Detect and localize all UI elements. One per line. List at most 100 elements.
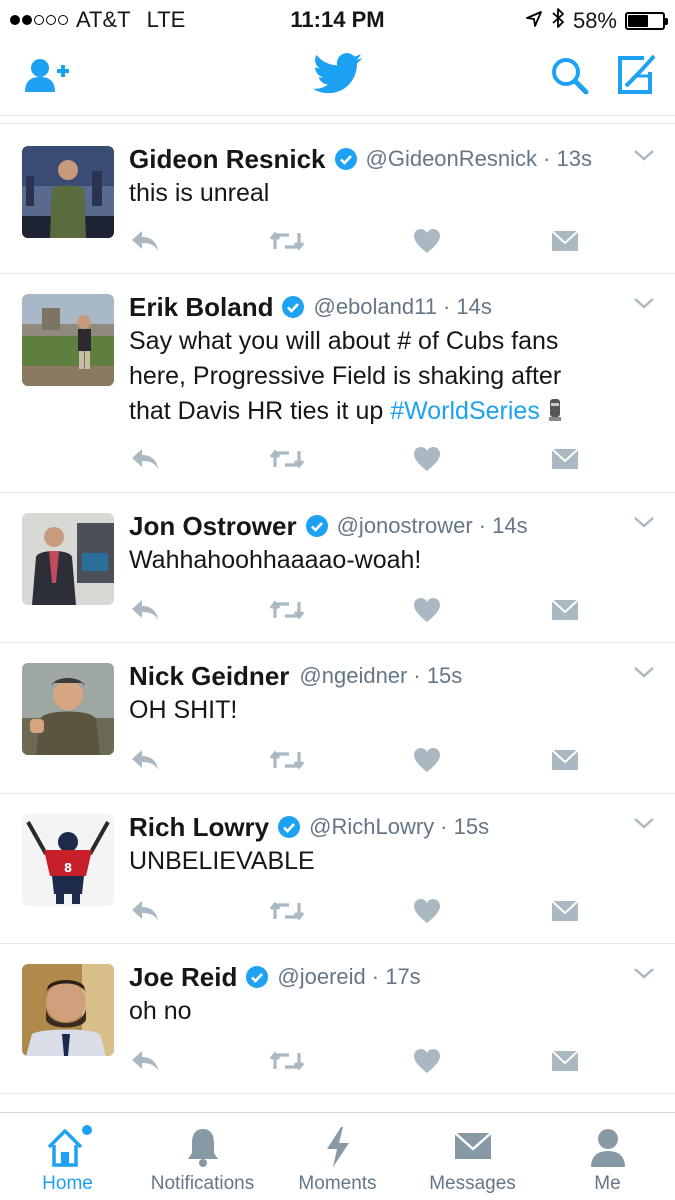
chevron-down-icon[interactable] (633, 148, 655, 167)
avatar[interactable] (22, 964, 114, 1056)
retweet-icon[interactable] (269, 1049, 305, 1078)
tweet[interactable]: Joe Reid @joereid · 17s oh no (0, 944, 675, 1094)
like-icon[interactable] (413, 747, 441, 778)
lightning-bolt-icon (270, 1125, 405, 1171)
retweet-icon[interactable] (269, 447, 305, 476)
tweet-text: Wahhahoohhaaaao-woah! (129, 546, 422, 574)
bluetooth-icon (551, 7, 565, 35)
direct-message-icon[interactable] (550, 229, 580, 258)
like-icon[interactable] (413, 597, 441, 628)
timeline[interactable]: Gideon Resnick @GideonResnick · 13s this… (0, 126, 675, 1094)
author-handle[interactable]: @ngeidner (299, 663, 407, 689)
retweet-icon[interactable] (269, 598, 305, 627)
direct-message-icon[interactable] (550, 1049, 580, 1078)
reply-icon[interactable] (130, 1048, 160, 1079)
avatar[interactable] (22, 513, 114, 605)
tweet[interactable]: Erik Boland @eboland11 · 14s Say what yo… (0, 274, 675, 493)
twitter-bird-icon[interactable] (313, 52, 363, 101)
reply-icon[interactable] (130, 747, 160, 778)
retweet-icon[interactable] (269, 899, 305, 928)
tweet-body: Rich Lowry @RichLowry · 15s UNBELIEVABLE (129, 810, 645, 879)
retweet-icon[interactable] (269, 229, 305, 258)
separator (0, 118, 675, 124)
direct-message-icon[interactable] (550, 447, 580, 476)
search-icon[interactable] (550, 56, 590, 101)
hashtag-link[interactable]: #WorldSeries (390, 397, 540, 425)
tweet-header: Jon Ostrower @jonostrower · 14s (129, 509, 645, 543)
tweet-header: Rich Lowry @RichLowry · 15s (129, 810, 645, 844)
verified-badge-icon (245, 965, 269, 989)
tweet-actions (130, 597, 580, 628)
tweet[interactable]: 8 Rich Lowry @RichLowry · 15s UNBELIEVAB… (0, 794, 675, 944)
author-name[interactable]: Gideon Resnick (129, 144, 326, 175)
tweet-header: Joe Reid @joereid · 17s (129, 960, 645, 994)
reply-icon[interactable] (130, 597, 160, 628)
avatar[interactable] (22, 663, 114, 755)
tweet-time[interactable]: · 15s (413, 663, 462, 689)
reply-icon[interactable] (130, 228, 160, 259)
like-icon[interactable] (413, 446, 441, 477)
author-name[interactable]: Nick Geidner (129, 661, 289, 692)
tweet[interactable]: Jon Ostrower @jonostrower · 14s Wahhahoo… (0, 493, 675, 643)
tab-notifications[interactable]: Notifications (135, 1113, 270, 1200)
tweet-body: Joe Reid @joereid · 17s oh no (129, 960, 645, 1029)
envelope-icon (405, 1125, 540, 1171)
reply-icon[interactable] (130, 446, 160, 477)
tab-label: Notifications (150, 1173, 255, 1194)
retweet-icon[interactable] (269, 748, 305, 777)
author-name[interactable]: Jon Ostrower (129, 511, 297, 542)
bottom-tab-bar: Home Notifications Moments Messages Me (0, 1112, 675, 1200)
compose-icon[interactable] (614, 54, 658, 101)
tab-me[interactable]: Me (540, 1113, 675, 1200)
chevron-down-icon[interactable] (633, 966, 655, 985)
tweet-time[interactable]: · 13s (543, 146, 592, 172)
tweet-actions (130, 898, 580, 929)
verified-badge-icon (334, 147, 358, 171)
bell-icon (135, 1125, 270, 1171)
tweet-time[interactable]: · 14s (479, 513, 528, 539)
battery-icon (625, 12, 668, 30)
tweet-actions (130, 446, 580, 477)
author-name[interactable]: Erik Boland (129, 292, 273, 323)
person-icon (540, 1125, 675, 1171)
chevron-down-icon[interactable] (633, 816, 655, 835)
tweet[interactable]: Nick Geidner @ngeidner · 15s OH SHIT! (0, 643, 675, 794)
tweet-time[interactable]: · 17s (372, 964, 421, 990)
tweet[interactable]: Gideon Resnick @GideonResnick · 13s this… (0, 126, 675, 274)
direct-message-icon[interactable] (550, 899, 580, 928)
tweet-body: Erik Boland @eboland11 · 14s Say what yo… (129, 290, 645, 433)
tweet-time[interactable]: · 14s (443, 294, 492, 320)
direct-message-icon[interactable] (550, 598, 580, 627)
tab-messages[interactable]: Messages (405, 1113, 540, 1200)
tweet-body: Gideon Resnick @GideonResnick · 13s this… (129, 142, 645, 211)
author-handle[interactable]: @eboland11 (313, 294, 436, 320)
chevron-down-icon[interactable] (633, 665, 655, 684)
like-icon[interactable] (413, 898, 441, 929)
author-handle[interactable]: @RichLowry (309, 814, 434, 840)
chevron-down-icon[interactable] (633, 296, 655, 315)
tweet-actions (130, 747, 580, 778)
add-user-icon[interactable] (24, 56, 70, 101)
tab-home[interactable]: Home (0, 1113, 135, 1200)
tweet-actions (130, 228, 580, 259)
author-handle[interactable]: @GideonResnick (366, 146, 538, 172)
status-bar: AT&T LTE 11:14 PM 58% (0, 0, 675, 40)
chevron-down-icon[interactable] (633, 515, 655, 534)
tab-moments[interactable]: Moments (270, 1113, 405, 1200)
avatar[interactable]: 8 (22, 814, 114, 906)
author-handle[interactable]: @joereid (277, 964, 365, 990)
tweet-header: Erik Boland @eboland11 · 14s (129, 290, 645, 324)
author-name[interactable]: Joe Reid (129, 962, 237, 993)
author-name[interactable]: Rich Lowry (129, 812, 269, 843)
like-icon[interactable] (413, 228, 441, 259)
author-handle[interactable]: @jonostrower (337, 513, 473, 539)
tweet-text-line: Say what you will about # of Cubs fans (129, 327, 559, 355)
reply-icon[interactable] (130, 898, 160, 929)
avatar[interactable] (22, 294, 114, 386)
direct-message-icon[interactable] (550, 748, 580, 777)
like-icon[interactable] (413, 1048, 441, 1079)
tweet-time[interactable]: · 15s (440, 814, 489, 840)
location-arrow-icon (525, 8, 543, 34)
avatar[interactable] (22, 146, 114, 238)
tweet-header: Gideon Resnick @GideonResnick · 13s (129, 142, 645, 176)
